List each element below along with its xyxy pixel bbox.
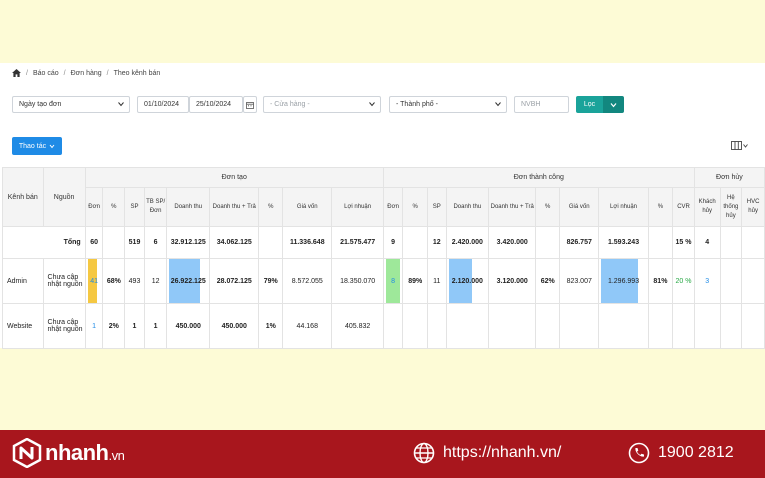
- breadcrumb-orders[interactable]: Đơn hàng: [71, 70, 102, 77]
- table-row-total: Tổng 60 519 6 32.912.125 34.062.125 11.3…: [2, 226, 765, 259]
- hotline-number: 1900 2812: [658, 444, 734, 461]
- total-label: Tổng: [2, 226, 86, 259]
- channel-cell: Website: [2, 303, 44, 349]
- date-to-input[interactable]: 25/10/2024: [189, 96, 243, 113]
- report-table: Kênh bán Nguồn Đơn tạo Đơn thành công Đơ…: [2, 167, 765, 349]
- col-header: Giá vốn: [559, 187, 600, 227]
- website-url: https://nhanh.vn/: [443, 444, 562, 461]
- col-header: Doanh thu + Trả: [209, 187, 260, 227]
- brand-suffix: .vn: [108, 448, 125, 463]
- chevron-down-icon: [49, 144, 55, 148]
- table-row: Admin Chưa cập nhật nguồn 41 68% 493 12 …: [2, 258, 765, 304]
- source-cell: Chưa cập nhật nguồn: [42, 303, 86, 349]
- breadcrumb-reports[interactable]: Báo cáo: [33, 70, 59, 77]
- col-header: SP: [124, 187, 145, 227]
- brand-name: nhanh: [45, 440, 109, 465]
- chevron-down-icon: [369, 102, 375, 107]
- col-header: %: [402, 187, 428, 227]
- customer-cancel-cell[interactable]: 3: [693, 258, 721, 304]
- col-header: Đơn: [382, 187, 404, 227]
- date-from-input[interactable]: 01/10/2024: [137, 96, 189, 113]
- col-header: Doanh thu: [166, 187, 211, 227]
- home-icon[interactable]: [12, 69, 21, 77]
- hotline[interactable]: 1900 2812: [628, 442, 734, 464]
- col-channel: Kênh bán: [2, 167, 44, 227]
- revenue-cell: 26.922.125: [166, 258, 211, 304]
- col-header: %: [535, 187, 561, 227]
- col-header: Lợi nhuận: [598, 187, 649, 227]
- calendar-button[interactable]: [243, 96, 257, 113]
- group-success: Đơn thành công: [382, 167, 695, 188]
- col-header: %: [258, 187, 284, 227]
- channel-cell: Admin: [2, 258, 44, 304]
- staff-input[interactable]: NVBH: [514, 96, 569, 113]
- brand-logo: nhanh.vn: [12, 438, 125, 468]
- orders-cell[interactable]: 41: [84, 258, 104, 304]
- col-header: Doanh thu + Trả: [488, 187, 537, 227]
- source-cell: Chưa cập nhật nguồn: [42, 258, 86, 304]
- col-header: Doanh thu: [445, 187, 490, 227]
- col-header: Đơn: [84, 187, 104, 227]
- col-header: %: [647, 187, 674, 227]
- col-header: %: [102, 187, 126, 227]
- nhanh-logo-icon: [12, 438, 42, 468]
- footer-banner: nhanh.vn https://nhanh.vn/ 1900 2812: [0, 430, 765, 478]
- col-header: Khách hủy: [693, 187, 721, 227]
- date-type-select[interactable]: Ngày tạo đơn: [12, 96, 130, 113]
- col-header: Lợi nhuận: [331, 187, 384, 227]
- website-link[interactable]: https://nhanh.vn/: [413, 442, 561, 464]
- phone-icon: [628, 442, 650, 464]
- col-source: Nguồn: [42, 167, 86, 227]
- group-created: Đơn tạo: [84, 167, 384, 188]
- col-header: CVR: [672, 187, 695, 227]
- chevron-down-icon: [495, 102, 501, 107]
- cvr-cell: 20 %: [672, 258, 695, 304]
- columns-icon[interactable]: [731, 141, 749, 151]
- col-header: HVC hủy: [741, 187, 765, 227]
- actions-button[interactable]: Thao tác: [12, 137, 62, 155]
- calendar-icon: [246, 101, 254, 109]
- filter-button[interactable]: Lọc: [576, 96, 603, 113]
- col-header: Hệ thống hủy: [719, 187, 743, 227]
- breadcrumb-by-channel: Theo kênh bán: [113, 69, 161, 77]
- chevron-down-icon: [610, 102, 617, 107]
- breadcrumb: / Báo cáo / Đơn hàng / Theo kênh bán: [12, 69, 160, 77]
- success-revenue-cell: 2.120.000: [445, 258, 490, 304]
- success-profit-cell: 1.296.993: [598, 258, 649, 304]
- col-header: TB SP/ Đơn: [143, 187, 168, 227]
- filter-dropdown-button[interactable]: [603, 96, 624, 113]
- orders-cell[interactable]: 1: [84, 303, 104, 349]
- store-select[interactable]: - Cửa hàng -: [263, 96, 381, 113]
- globe-icon: [413, 442, 435, 464]
- table-row: Website Chưa cập nhật nguồn 1 2% 1 1 450…: [2, 303, 765, 349]
- group-cancelled: Đơn hủy: [693, 167, 765, 188]
- success-orders-cell[interactable]: 8: [382, 258, 404, 304]
- city-select[interactable]: - Thành phố -: [389, 96, 507, 113]
- col-header: SP: [427, 187, 447, 227]
- col-header: Giá vốn: [282, 187, 333, 227]
- chevron-down-icon: [118, 102, 124, 107]
- report-panel: / Báo cáo / Đơn hàng / Theo kênh bán Ngà…: [0, 63, 765, 349]
